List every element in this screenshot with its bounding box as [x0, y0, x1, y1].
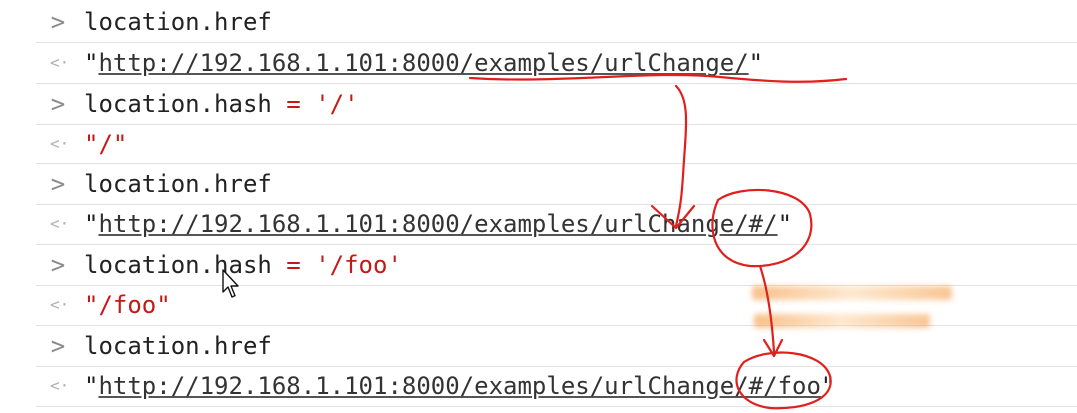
- url-link[interactable]: http://192.168.1.101:8000/examples/urlCh…: [98, 372, 820, 400]
- input-prompt-icon: >: [50, 170, 66, 198]
- quote-open: ": [84, 372, 99, 400]
- console-input-row[interactable]: > location.hash = '/': [36, 84, 1077, 124]
- string-literal: '/': [315, 90, 359, 118]
- console-input-row[interactable]: > location.href: [36, 164, 1077, 204]
- console-input-text: location.hash = '/foo': [84, 249, 402, 281]
- devtools-console: > location.href <· "http://192.168.1.101…: [0, 0, 1077, 413]
- console-output-value: "http://192.168.1.101:8000/examples/urlC…: [84, 370, 835, 402]
- console-input-text: location.href: [84, 170, 272, 198]
- input-prompt-icon: >: [50, 332, 66, 360]
- quote-close: ": [748, 49, 764, 77]
- console-input-row[interactable]: > location.href: [36, 2, 1077, 42]
- console-output-value: "http://192.168.1.101:8000/examples/urlC…: [84, 208, 792, 240]
- console-output-row: <· "http://192.168.1.101:8000/examples/u…: [36, 204, 1077, 244]
- console-input-text: location.href: [84, 8, 272, 36]
- redacted-note-line: [752, 286, 952, 300]
- string-literal: '/foo': [315, 251, 402, 279]
- quote-close: ": [777, 210, 793, 238]
- console-input-row[interactable]: > location.href: [36, 326, 1077, 366]
- console-input-row[interactable]: > location.hash = '/foo': [36, 245, 1077, 285]
- output-prompt-icon: <·: [50, 134, 70, 153]
- output-prompt-icon: <·: [50, 295, 70, 314]
- assignment-operator: =: [286, 251, 301, 279]
- input-prompt-icon: >: [50, 8, 66, 36]
- input-prompt-icon: >: [50, 251, 66, 279]
- console-output-value: "/foo": [84, 291, 171, 319]
- redacted-note-line: [754, 314, 930, 328]
- console-output-value: "http://192.168.1.101:8000/examples/urlC…: [84, 47, 763, 79]
- console-input-text: location.hash = '/': [84, 88, 359, 120]
- row-divider: [36, 406, 1077, 407]
- mouse-pointer-icon: [222, 269, 239, 298]
- quote-open: ": [84, 210, 99, 238]
- console-output-value: "/": [84, 130, 128, 158]
- output-prompt-icon: <·: [50, 214, 70, 233]
- input-prompt-icon: >: [50, 90, 66, 118]
- console-output-row: <· "http://192.168.1.101:8000/examples/u…: [36, 43, 1077, 83]
- console-output-row: <· "http://192.168.1.101:8000/examples/u…: [36, 366, 1077, 406]
- url-link[interactable]: http://192.168.1.101:8000/examples/urlCh…: [98, 49, 748, 77]
- url-link[interactable]: http://192.168.1.101:8000/examples/urlCh…: [98, 210, 777, 238]
- console-input-text: location.href: [84, 332, 272, 360]
- code-text: location.hash: [84, 251, 272, 279]
- quote-close: ": [820, 372, 836, 400]
- output-prompt-icon: <·: [50, 53, 70, 72]
- assignment-operator: =: [286, 90, 301, 118]
- code-text: location.hash: [84, 90, 272, 118]
- output-prompt-icon: <·: [50, 376, 70, 395]
- console-output-row: <· "/": [36, 124, 1077, 164]
- quote-open: ": [84, 49, 99, 77]
